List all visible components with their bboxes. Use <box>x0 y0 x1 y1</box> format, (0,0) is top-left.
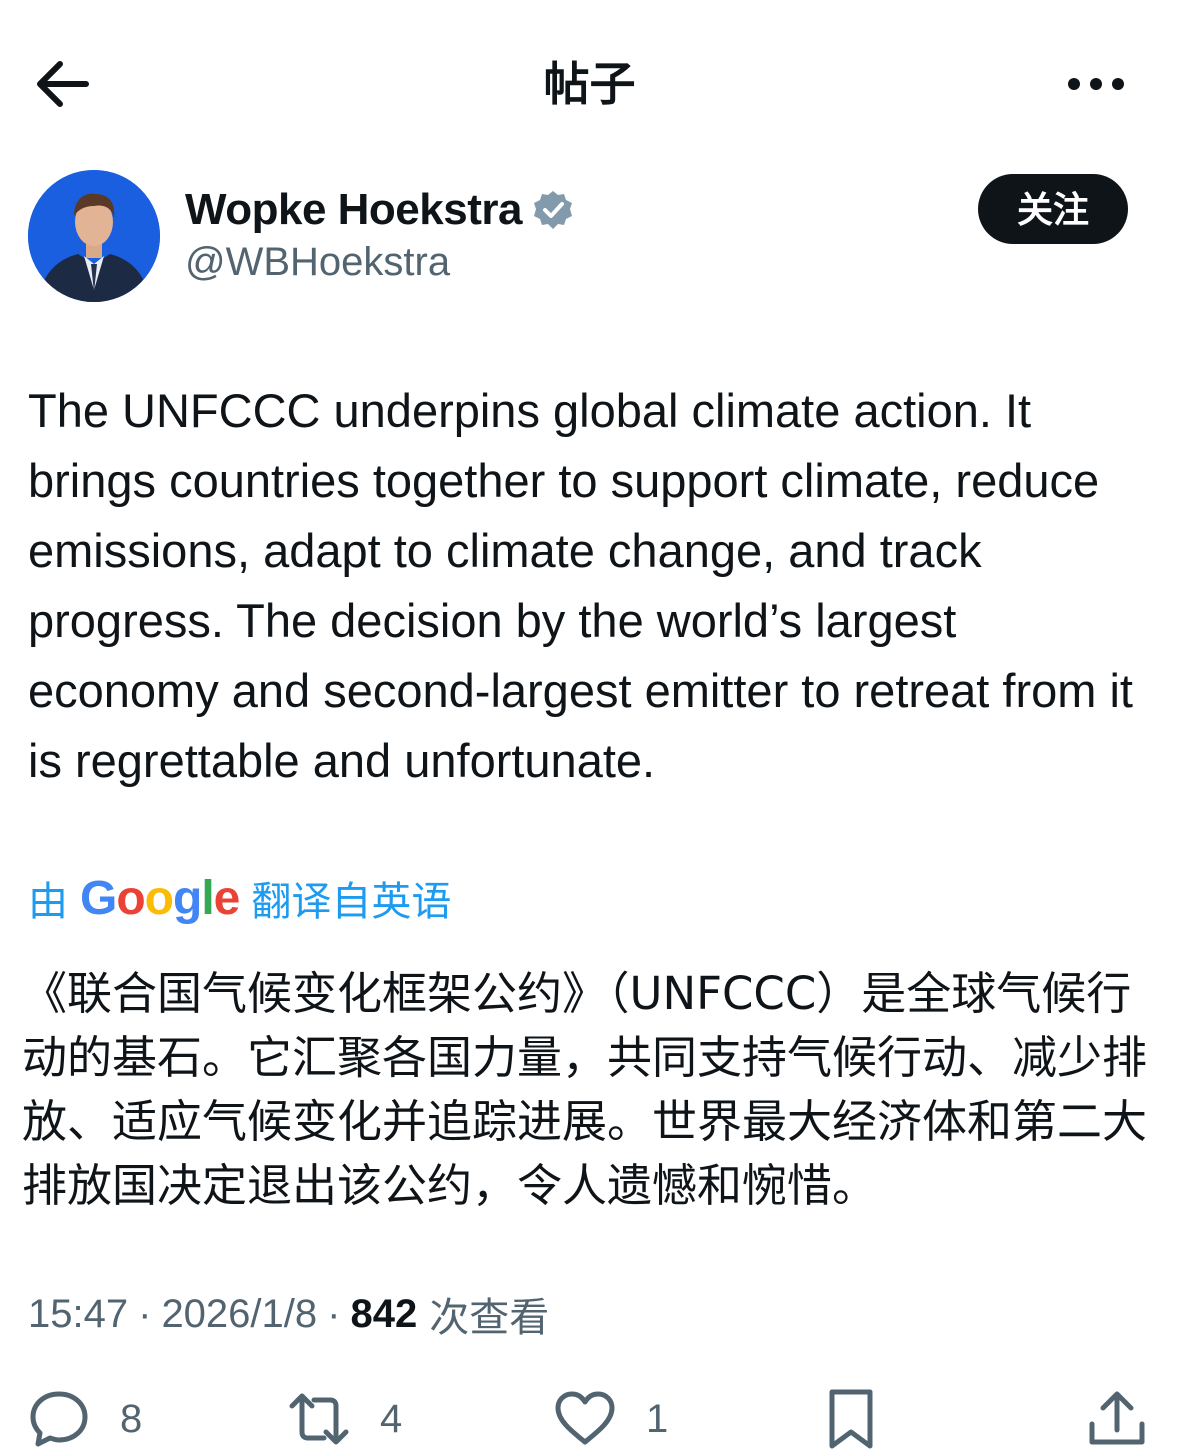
like-button[interactable]: 1 <box>554 1384 668 1454</box>
page-title: 帖子 <box>543 58 636 110</box>
post-date[interactable]: 2026/1/8 <box>161 1292 317 1337</box>
reply-icon <box>30 1391 88 1447</box>
top-bar: 帖子 <box>0 0 1179 170</box>
avatar[interactable] <box>28 170 160 302</box>
user-handle[interactable]: @WBHoekstra <box>185 240 450 285</box>
bookmark-button[interactable] <box>820 1384 882 1454</box>
share-button[interactable] <box>1086 1384 1148 1454</box>
views-count: 842 <box>350 1291 418 1336</box>
post-meta: 15:47 · 2026/1/8 · 842 次查看 <box>28 1284 549 1344</box>
views-label: 次查看 <box>429 1296 550 1340</box>
repost-count: 4 <box>380 1396 403 1441</box>
translate-suffix: 翻译自英语 <box>251 880 452 924</box>
avatar-portrait <box>28 170 160 302</box>
verified-badge-icon <box>533 191 572 229</box>
reply-button[interactable]: 8 <box>28 1384 142 1454</box>
action-bar: 8 4 1 <box>0 1384 1179 1454</box>
repost-icon <box>289 1393 349 1445</box>
meta-separator: · <box>138 1291 152 1336</box>
more-icon <box>1068 78 1124 90</box>
translation-attribution[interactable]: 由 Google 翻译自英语 <box>28 868 451 928</box>
google-logo: Google <box>80 871 240 925</box>
bookmark-icon <box>829 1389 873 1449</box>
follow-button[interactable]: 关注 <box>978 174 1128 244</box>
meta-separator: · <box>327 1291 341 1336</box>
name-row: Wopke Hoekstra <box>185 182 574 238</box>
like-icon <box>555 1391 615 1445</box>
translated-text: 《联合国气候变化框架公约》（UNFCCC）是全球气候行动的基石。它汇聚各国力量，… <box>22 967 1148 1212</box>
more-options-button[interactable] <box>1064 62 1128 106</box>
post-author: Wopke Hoekstra @WBHoekstra 关注 <box>28 170 1148 305</box>
display-name[interactable]: Wopke Hoekstra <box>185 185 522 235</box>
share-icon <box>1089 1391 1145 1445</box>
post-time[interactable]: 15:47 <box>28 1292 128 1337</box>
repost-button[interactable]: 4 <box>288 1384 402 1454</box>
reply-count: 8 <box>120 1396 143 1441</box>
like-count: 1 <box>646 1396 669 1441</box>
translate-prefix: 由 <box>28 880 68 924</box>
post-text: The UNFCCC underpins global climate acti… <box>28 384 1133 787</box>
